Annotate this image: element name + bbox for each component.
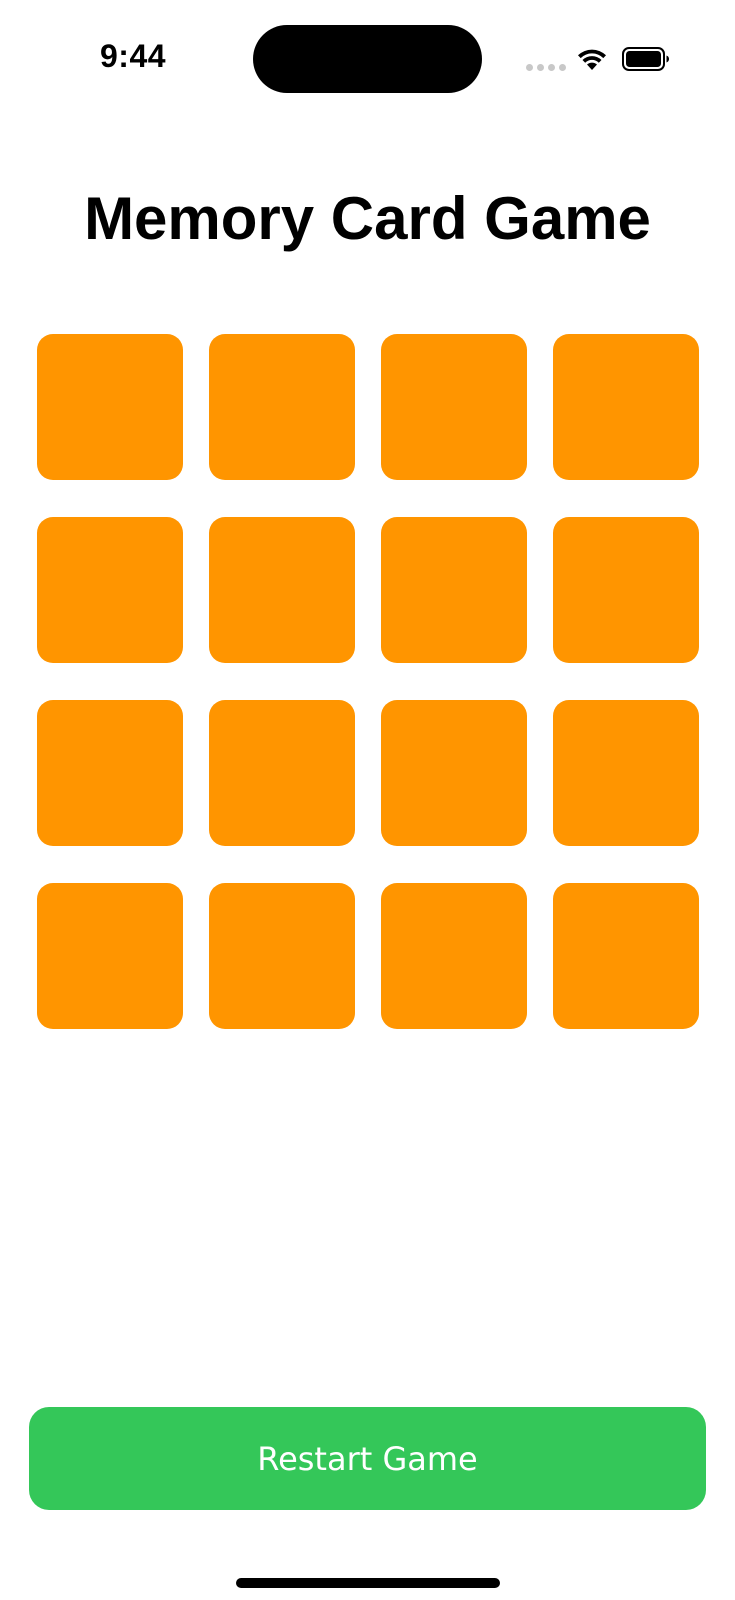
- memory-card[interactable]: [37, 517, 183, 663]
- memory-card[interactable]: [209, 700, 355, 846]
- memory-card[interactable]: [381, 517, 527, 663]
- memory-card[interactable]: [37, 334, 183, 480]
- memory-card[interactable]: [553, 700, 699, 846]
- battery-icon: [622, 47, 669, 71]
- cellular-signal-icon: [526, 64, 566, 71]
- memory-card[interactable]: [553, 883, 699, 1029]
- status-time: 9:44: [100, 38, 167, 74]
- memory-card[interactable]: [209, 517, 355, 663]
- page-title: Memory Card Game: [84, 185, 651, 252]
- screen: 9:44 Memory Card Game Restart Game: [0, 0, 735, 1600]
- memory-card[interactable]: [553, 517, 699, 663]
- memory-card[interactable]: [209, 883, 355, 1029]
- memory-card[interactable]: [381, 883, 527, 1029]
- card-grid: [37, 334, 699, 1029]
- memory-card[interactable]: [553, 334, 699, 480]
- home-indicator: [236, 1578, 500, 1588]
- memory-card[interactable]: [381, 334, 527, 480]
- memory-card[interactable]: [209, 334, 355, 480]
- dynamic-island: [253, 25, 482, 93]
- memory-card[interactable]: [381, 700, 527, 846]
- memory-card[interactable]: [37, 883, 183, 1029]
- restart-game-button[interactable]: Restart Game: [29, 1407, 706, 1510]
- memory-card[interactable]: [37, 700, 183, 846]
- wifi-icon: [578, 49, 606, 70]
